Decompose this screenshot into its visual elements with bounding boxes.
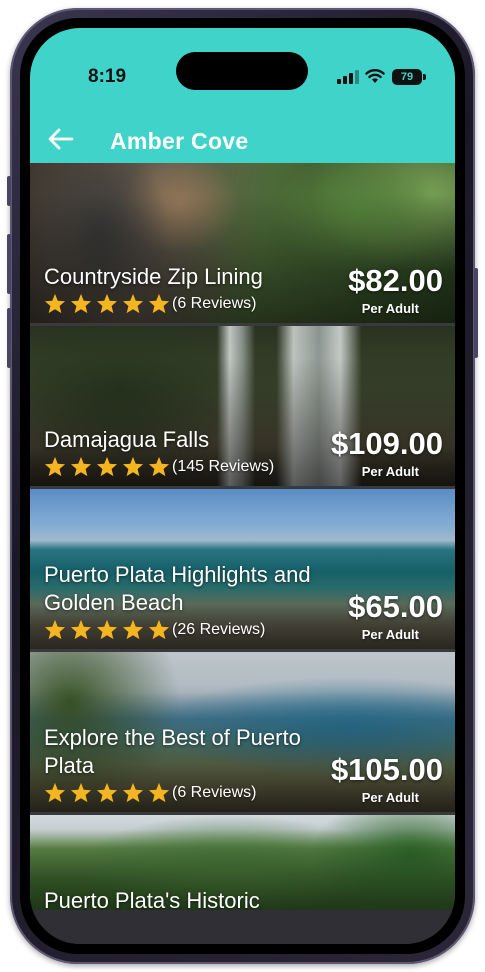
volume-down-button	[7, 308, 11, 368]
star-icon	[122, 293, 144, 314]
tour-price: $105.00	[330, 752, 443, 787]
price-unit: Per Adult	[361, 790, 419, 805]
star-icon	[96, 619, 118, 640]
review-count: (6 Reviews)	[172, 294, 257, 312]
tour-price: $109.00	[330, 426, 443, 461]
battery-tip	[423, 74, 426, 80]
price-unit: Per Adult	[361, 627, 419, 642]
star-icon	[96, 456, 118, 477]
tour-name: Explore the Best of Puerto Plata	[44, 725, 301, 778]
tour-name: Puerto Plata Highlights and Golden Beach	[44, 562, 311, 615]
tour-card-golden-beach[interactable]: Puerto Plata Highlights and Golden Beach…	[30, 489, 455, 649]
wifi-icon	[365, 69, 385, 83]
star-icon	[44, 782, 66, 803]
tour-price: $65.00	[348, 589, 443, 624]
star-icon	[70, 293, 92, 314]
star-icon	[44, 456, 66, 477]
star-icon	[148, 619, 170, 640]
star-icon	[70, 782, 92, 803]
star-icon	[122, 456, 144, 477]
volume-up-button	[7, 234, 11, 294]
phone-bezel: 8:19 79 Amber Cove Countryside Zip Linin…	[20, 18, 465, 954]
signal-icon	[337, 70, 359, 84]
price-unit: Per Adult	[361, 301, 419, 316]
star-rating: (6 Reviews)	[44, 782, 256, 803]
star-icon	[122, 782, 144, 803]
star-icon	[70, 456, 92, 477]
mute-switch	[7, 176, 11, 206]
battery-icon: 79	[392, 69, 422, 85]
price-unit: Per Adult	[361, 464, 419, 479]
status-time: 8:19	[88, 66, 127, 87]
tour-card-damajagua-falls[interactable]: Damajagua Falls (145 Reviews) $109.00 Pe…	[30, 326, 455, 486]
star-icon	[96, 293, 118, 314]
review-count: (6 Reviews)	[172, 783, 257, 801]
tour-name: Damajagua Falls	[44, 427, 210, 452]
app-header: 8:19 79 Amber Cove	[30, 28, 455, 163]
tour-card-explore-puerto-plata[interactable]: Explore the Best of Puerto Plata (6 Revi…	[30, 652, 455, 812]
tour-name: Countryside Zip Lining	[44, 264, 263, 289]
star-icon	[148, 782, 170, 803]
star-icon	[148, 293, 170, 314]
star-icon	[70, 619, 92, 640]
star-icon	[44, 619, 66, 640]
star-rating: (145 Reviews)	[44, 456, 274, 477]
phone-frame: 8:19 79 Amber Cove Countryside Zip Linin…	[7, 8, 478, 964]
review-count: (145 Reviews)	[172, 457, 275, 475]
review-count: (26 Reviews)	[172, 620, 266, 638]
star-icon	[44, 293, 66, 314]
bottom-bar	[30, 910, 455, 944]
tour-price: $82.00	[348, 263, 443, 298]
screen: 8:19 79 Amber Cove Countryside Zip Linin…	[30, 28, 455, 944]
power-button	[474, 268, 478, 358]
star-icon	[148, 456, 170, 477]
dynamic-island	[176, 52, 308, 90]
star-icon	[96, 782, 118, 803]
tour-card-zip-lining[interactable]: Countryside Zip Lining (6 Reviews) $82.0…	[30, 163, 455, 323]
back-arrow-icon[interactable]	[48, 128, 74, 150]
star-rating: (6 Reviews)	[44, 293, 256, 314]
star-icon	[122, 619, 144, 640]
page-title: Amber Cove	[110, 128, 249, 154]
star-rating: (26 Reviews)	[44, 619, 265, 640]
